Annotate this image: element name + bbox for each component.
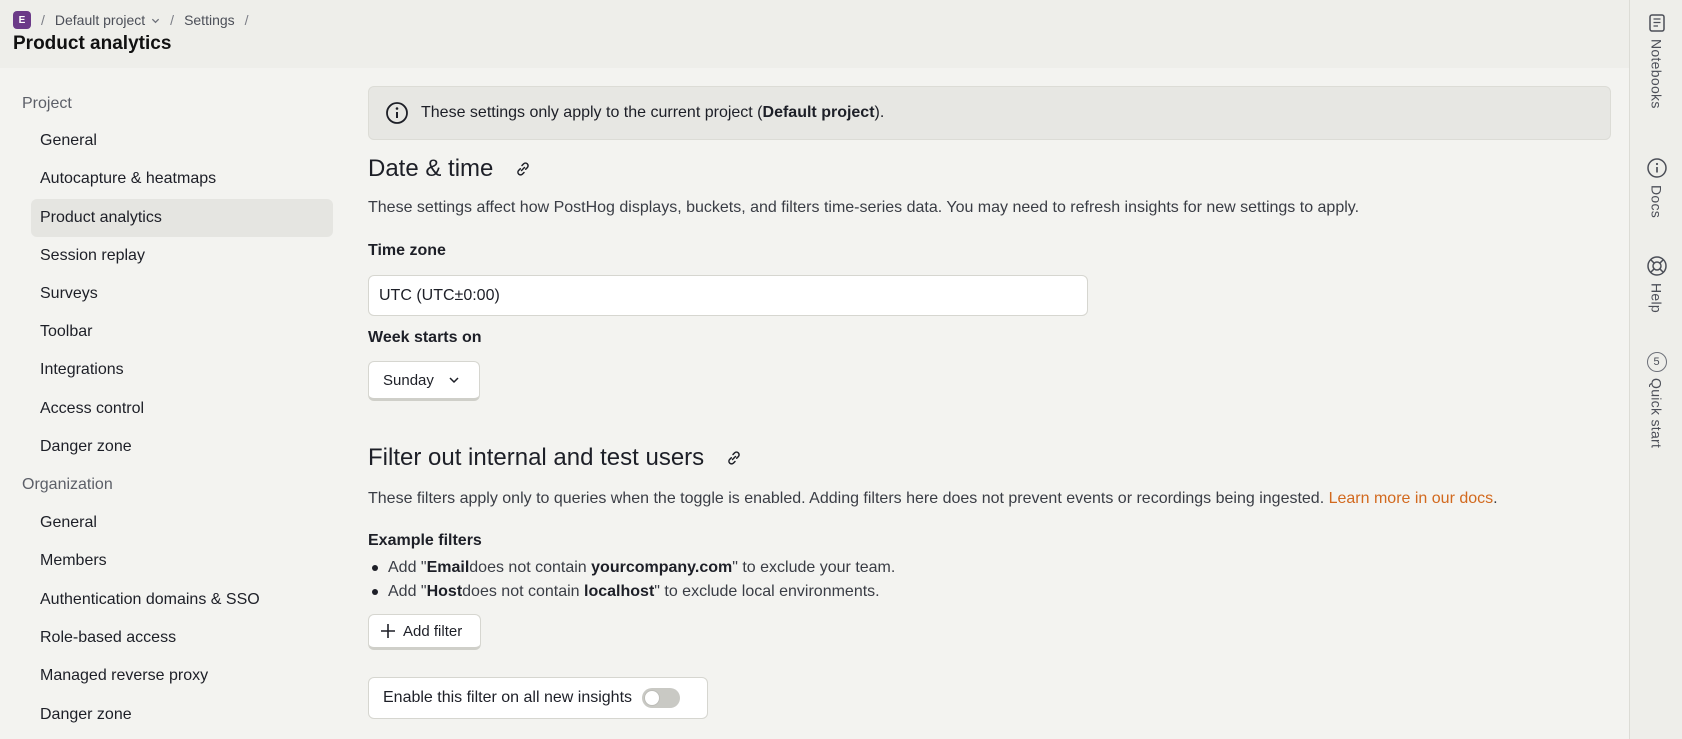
sidebar-item-members[interactable]: Members <box>31 542 333 580</box>
sidebar-item-access-control[interactable]: Access control <box>31 390 333 428</box>
settings-sidebar: Project General Autocapture & heatmaps P… <box>0 68 342 739</box>
side-panel-label: Quick start <box>1648 378 1665 449</box>
sidebar-item-label: Integrations <box>40 361 124 378</box>
info-icon <box>1646 158 1667 178</box>
timezone-value: UTC (UTC±0:00) <box>379 286 500 304</box>
list-item: Add " Host does not contain localhost " to… <box>368 580 895 604</box>
side-panel-label: Help <box>1648 283 1665 313</box>
project-avatar[interactable]: E <box>13 11 31 29</box>
section-title-filter-users: Filter out internal and test users <box>368 444 742 472</box>
list-item: Add " Email does not contain yourcompany.… <box>368 556 895 580</box>
bullet-icon <box>372 565 378 571</box>
plus-icon <box>381 624 395 638</box>
link-icon[interactable] <box>515 161 531 177</box>
page-title: Product analytics <box>13 33 172 54</box>
sidebar-item-role-based-access[interactable]: Role-based access <box>31 619 333 657</box>
add-filter-label: Add filter <box>403 622 463 640</box>
enable-filter-toggle[interactable] <box>642 688 681 708</box>
timezone-label: Time zone <box>368 242 446 259</box>
section-title-date-time: Date & time <box>368 155 531 183</box>
side-panel-docs[interactable]: Docs <box>1630 157 1682 218</box>
banner-text: These settings only apply to the current… <box>421 104 885 121</box>
project-switcher[interactable]: Default project <box>55 12 160 28</box>
side-panel-bar: Notebooks Docs Help 5 Quick start <box>1629 0 1682 739</box>
top-header: E / Default project / Settings / Product… <box>0 0 1629 68</box>
sidebar-item-integrations[interactable]: Integrations <box>31 351 333 389</box>
nav-heading-project: Project <box>22 95 72 112</box>
date-time-description: These settings affect how PostHog displa… <box>368 199 1360 216</box>
sidebar-item-product-analytics[interactable]: Product analytics <box>31 199 333 237</box>
sidebar-item-label: Managed reverse proxy <box>40 667 209 684</box>
quick-start-count-badge: 5 <box>1646 352 1667 372</box>
sidebar-item-label: Product analytics <box>40 209 162 226</box>
add-filter-button[interactable]: Add filter <box>368 614 481 650</box>
project-name: Default project <box>54 12 146 28</box>
sidebar-item-org-general[interactable]: General <box>31 504 333 542</box>
side-panel-quick-start[interactable]: 5 Quick start <box>1630 352 1682 448</box>
sidebar-item-label: Autocapture & heatmaps <box>40 170 217 187</box>
sidebar-item-general[interactable]: General <box>31 122 333 160</box>
sidebar-item-label: General <box>40 514 97 531</box>
learn-more-link[interactable]: Learn more in our docs <box>1329 490 1494 507</box>
enable-filter-toggle-row[interactable]: Enable this filter on all new insights <box>368 677 708 719</box>
toggle-label: Enable this filter on all new insights <box>383 689 633 706</box>
lifebuoy-icon <box>1646 256 1667 276</box>
filters-description: These filters apply only to queries when… <box>368 490 1498 507</box>
sidebar-item-label: Members <box>40 552 107 569</box>
sidebar-item-label: Danger zone <box>40 706 132 723</box>
sidebar-item-danger-zone[interactable]: Danger zone <box>31 428 333 466</box>
nav-heading-organization: Organization <box>22 476 113 493</box>
toggle-knob <box>644 690 661 706</box>
sidebar-item-autocapture[interactable]: Autocapture & heatmaps <box>31 160 333 198</box>
sidebar-item-label: Surveys <box>40 285 98 302</box>
notebook-icon <box>1648 14 1665 32</box>
project-scope-banner: These settings only apply to the current… <box>368 86 1611 140</box>
sidebar-item-label: Authentication domains & SSO <box>40 591 260 608</box>
breadcrumb-separator: / <box>41 12 45 28</box>
sidebar-item-session-replay[interactable]: Session replay <box>31 237 333 275</box>
sidebar-item-label: Session replay <box>40 247 145 264</box>
side-panel-notebooks[interactable]: Notebooks <box>1630 13 1682 109</box>
timezone-select[interactable]: UTC (UTC±0:00) <box>368 275 1088 316</box>
bullet-icon <box>372 589 378 595</box>
example-filters-label: Example filters <box>368 532 482 549</box>
week-start-label: Week starts on <box>368 329 482 346</box>
side-panel-label: Notebooks <box>1648 39 1665 109</box>
side-panel-label: Docs <box>1648 185 1665 219</box>
week-start-value: Sunday <box>383 371 434 389</box>
sidebar-item-reverse-proxy[interactable]: Managed reverse proxy <box>31 657 333 695</box>
breadcrumb-settings[interactable]: Settings <box>184 12 235 28</box>
week-start-select[interactable]: Sunday <box>368 361 480 401</box>
chevron-down-icon <box>449 377 459 384</box>
sidebar-item-label: General <box>40 132 97 149</box>
sidebar-item-label: Access control <box>40 400 145 417</box>
sidebar-item-label: Role-based access <box>40 629 177 646</box>
breadcrumb-separator: / <box>170 12 175 28</box>
sidebar-item-surveys[interactable]: Surveys <box>31 275 333 313</box>
example-filters-list: Add " Email does not contain yourcompany.… <box>368 556 895 604</box>
sidebar-item-label: Danger zone <box>40 438 132 455</box>
link-icon[interactable] <box>726 450 742 466</box>
breadcrumb-separator: / <box>244 12 249 28</box>
sidebar-item-org-danger-zone[interactable]: Danger zone <box>31 696 333 734</box>
sidebar-item-label: Toolbar <box>40 323 93 340</box>
chevron-down-icon <box>152 18 160 23</box>
info-icon <box>386 102 408 124</box>
sidebar-item-toolbar[interactable]: Toolbar <box>31 313 333 351</box>
side-panel-help[interactable]: Help <box>1630 255 1682 313</box>
sidebar-item-auth-domains[interactable]: Authentication domains & SSO <box>31 581 333 619</box>
breadcrumb: E / Default project / Settings / <box>13 11 259 29</box>
